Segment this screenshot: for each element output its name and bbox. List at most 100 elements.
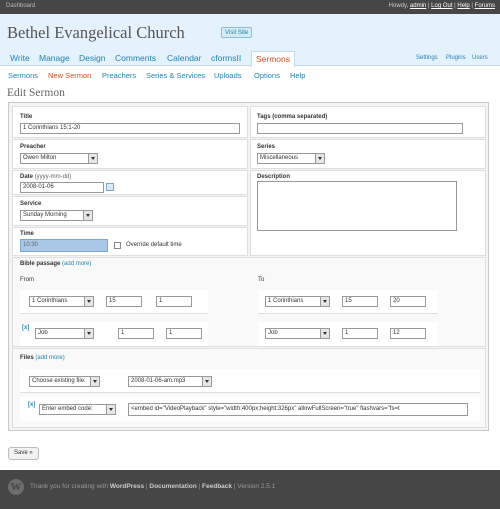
file-type-select[interactable]: Enter embed code: — [39, 404, 116, 415]
files-label: Files (add more) — [20, 355, 65, 361]
to-book-value: Job — [268, 330, 278, 336]
series-label: Series — [257, 144, 276, 150]
admin-footer: W Thank you for creating with WordPress … — [0, 470, 500, 509]
from-book-select[interactable]: 1 Corinthians — [29, 296, 94, 307]
subnav-series-services[interactable]: Series & Services — [146, 71, 205, 80]
tab-design[interactable]: Design — [75, 51, 109, 66]
existing-file-select[interactable]: 2008-01-06-am.mp3 — [128, 376, 212, 387]
visit-site-button[interactable]: Visit Site — [221, 27, 253, 38]
tab-calendar[interactable]: Calendar — [163, 51, 206, 66]
to-book-select[interactable]: Job — [265, 328, 330, 339]
passage-to-row: 1 Corinthians 15 20 — [258, 290, 438, 314]
to-book-select[interactable]: 1 Corinthians — [265, 296, 330, 307]
bible-add-more-link[interactable]: (add more) — [62, 261, 91, 267]
to-verse-input[interactable]: 20 — [390, 296, 426, 307]
from-book-value: Job — [38, 330, 48, 336]
override-time-label: Override default time — [126, 242, 182, 248]
chevron-down-icon — [320, 329, 329, 338]
from-chapter-input[interactable]: 1 — [118, 328, 154, 339]
title-input[interactable]: 1 Corinthians 15:1-20 — [20, 123, 240, 134]
time-cell: Time 10:30 Override default time — [12, 227, 248, 256]
logout-link[interactable]: Log Out — [431, 3, 452, 9]
dashboard-link[interactable]: Dashboard — [6, 3, 35, 9]
passage-from-row: 1 Corinthians 15 1 — [20, 290, 208, 314]
preacher-select-value: Owen Milton — [23, 155, 57, 161]
wordpress-link[interactable]: WordPress — [110, 483, 144, 490]
service-label: Service — [20, 201, 42, 207]
user-links: Howdy, admin | Log Out | Help | Forums — [388, 3, 495, 9]
to-chapter-input[interactable]: 1 — [342, 328, 378, 339]
subnav-sermons[interactable]: Sermons — [8, 71, 38, 80]
tab-manage[interactable]: Manage — [35, 51, 74, 66]
chevron-down-icon — [83, 211, 92, 220]
forums-link[interactable]: Forums — [475, 3, 495, 9]
to-label: To — [258, 277, 265, 283]
title-label: Title — [20, 114, 33, 120]
feedback-link[interactable]: Feedback — [202, 483, 232, 490]
override-time-checkbox[interactable] — [114, 242, 121, 249]
users-link[interactable]: Users — [472, 55, 488, 61]
subnav-options[interactable]: Options — [254, 71, 280, 80]
embed-code-input[interactable]: <embed id="VideoPlayback" style="width:4… — [128, 403, 468, 416]
service-cell: Service Sunday Morning — [12, 196, 248, 226]
wordpress-logo-icon: W — [8, 479, 24, 495]
page-title: Edit Sermon — [7, 87, 65, 99]
subnav-uploads[interactable]: Uploads — [214, 71, 242, 80]
remove-passage-link[interactable]: [x] — [22, 325, 29, 331]
chevron-down-icon — [90, 377, 99, 386]
tab-cformsii[interactable]: cformsII — [207, 51, 245, 66]
tab-comments[interactable]: Comments — [111, 51, 160, 66]
to-chapter-input[interactable]: 15 — [342, 296, 378, 307]
service-select[interactable]: Sunday Morning — [20, 210, 93, 221]
from-book-value: 1 Corinthians — [32, 298, 68, 304]
remove-file-link[interactable]: [x] — [28, 402, 35, 408]
from-verse-input[interactable]: 1 — [156, 296, 192, 307]
thank-you-text: Thank you for creating with — [30, 483, 109, 490]
save-button[interactable]: Save » — [8, 447, 39, 460]
date-cell: Date (yyyy-mm-dd) 2008-01-06 — [12, 170, 248, 195]
help-link[interactable]: Help — [457, 3, 469, 9]
tags-input[interactable] — [257, 123, 463, 134]
howdy-text: Howdy, — [388, 3, 409, 9]
site-title: Bethel Evangelical Church — [7, 23, 185, 42]
to-book-value: 1 Corinthians — [268, 298, 304, 304]
admin-topbar: Dashboard Howdy, admin | Log Out | Help … — [0, 0, 500, 14]
tab-write[interactable]: Write — [6, 51, 34, 66]
footer-sep: | — [233, 483, 236, 490]
subnav-help[interactable]: Help — [290, 71, 305, 80]
title-cell: Title 1 Corinthians 15:1-20 — [12, 106, 248, 138]
to-verse-input[interactable]: 12 — [390, 328, 426, 339]
series-select[interactable]: Miscellaneous — [257, 153, 325, 164]
chevron-down-icon — [88, 154, 97, 163]
from-book-select[interactable]: Job — [35, 328, 94, 339]
subnav-new-sermon[interactable]: New Sermon — [48, 71, 91, 80]
calendar-icon[interactable] — [106, 183, 114, 191]
preacher-select[interactable]: Owen Milton — [20, 153, 98, 164]
documentation-link[interactable]: Documentation — [149, 483, 196, 490]
file-row: Choose existing file: 2008-01-06-am.mp3 — [20, 369, 480, 393]
file-type-value: Enter embed code: — [42, 406, 93, 412]
file-type-value: Choose existing file: — [32, 378, 86, 384]
plugins-link[interactable]: Plugins — [446, 55, 466, 61]
footer-sep: | — [198, 483, 201, 490]
bible-passage-label: Bible passage (add more) — [20, 261, 92, 267]
preacher-cell: Preacher Owen Milton — [12, 139, 248, 169]
from-chapter-input[interactable]: 15 — [106, 296, 142, 307]
subnav-preachers[interactable]: Preachers — [102, 71, 136, 80]
chevron-down-icon — [84, 297, 93, 306]
from-verse-input[interactable]: 1 — [166, 328, 202, 339]
time-input[interactable]: 10:30 — [20, 239, 108, 252]
files-add-more-link[interactable]: (add more) — [35, 355, 64, 361]
time-label: Time — [20, 231, 34, 237]
passage-to-row: Job 1 12 — [258, 322, 438, 346]
tab-sermons[interactable]: Sermons — [251, 51, 296, 67]
date-input[interactable]: 2008-01-06 — [20, 182, 104, 193]
settings-link[interactable]: Settings — [416, 55, 438, 61]
chevron-down-icon — [106, 405, 115, 414]
username-link[interactable]: admin — [410, 3, 426, 9]
description-textarea[interactable] — [257, 181, 457, 231]
from-label: From — [20, 277, 34, 283]
file-type-select[interactable]: Choose existing file: — [29, 376, 100, 387]
date-hint: (yyyy-mm-dd) — [34, 174, 72, 180]
bible-passage-section: Bible passage (add more) From To 1 Corin… — [12, 257, 486, 347]
